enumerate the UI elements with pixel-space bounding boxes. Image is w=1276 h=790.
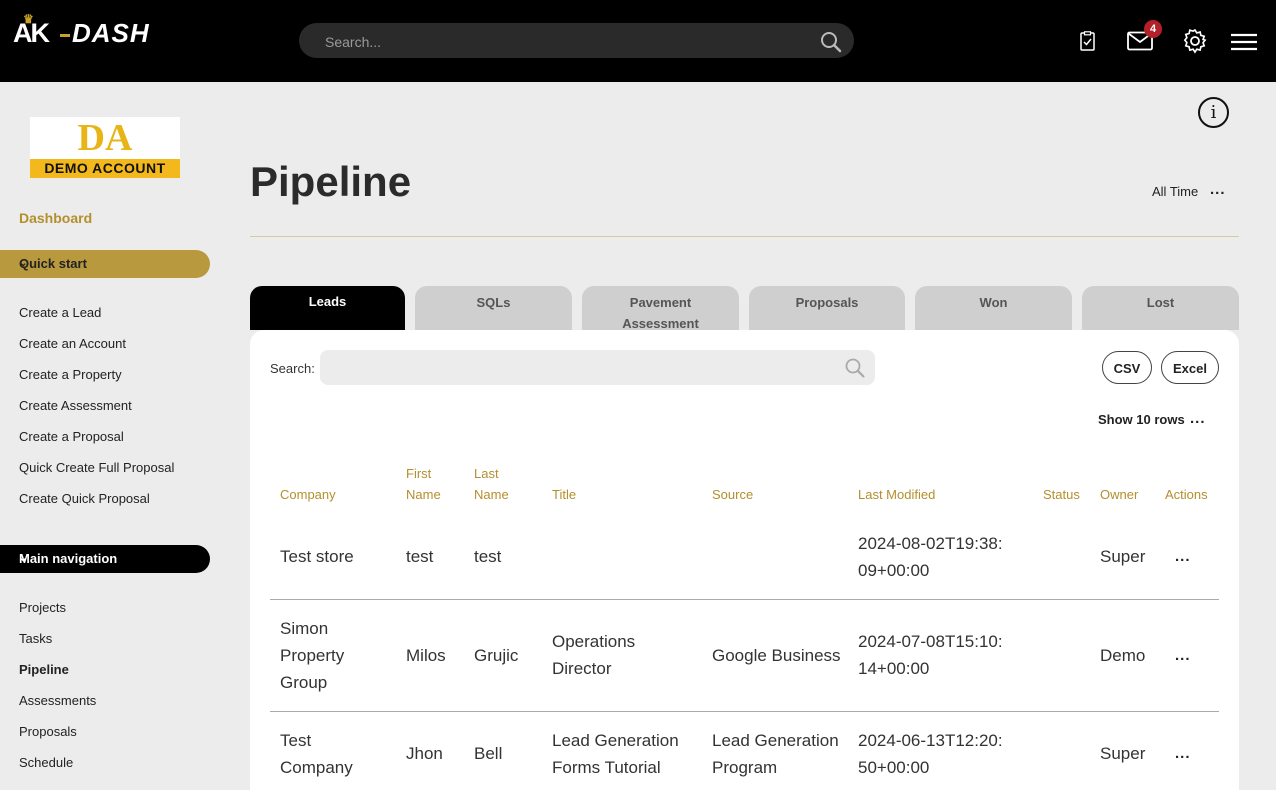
- tasks-clipboard-icon[interactable]: [1080, 31, 1095, 56]
- cell-last-name: test: [474, 547, 502, 566]
- cell-owner: Super: [1100, 744, 1146, 763]
- cell-company: Simon Property Group: [280, 619, 345, 692]
- cell-last-name: Bell: [474, 744, 503, 763]
- cell-source: Lead Generation Program: [712, 731, 839, 777]
- chevron-down-icon: ⌄: [19, 258, 28, 269]
- cell-source: Google Business: [712, 646, 841, 665]
- cell-first-name: Jhon: [406, 744, 443, 763]
- cell-last-modified: 2024-06-13T12:20:50+00:00: [858, 731, 1003, 777]
- sidebar-item-proposals[interactable]: Proposals: [19, 723, 96, 754]
- title-divider: [250, 236, 1239, 237]
- rows-per-page-label[interactable]: Show 10 rows: [1098, 412, 1185, 427]
- row-actions-button[interactable]: ...: [1175, 745, 1191, 762]
- cell-owner: Super: [1100, 547, 1146, 566]
- sidebar-item-quick-create-full-proposal[interactable]: Quick Create Full Proposal: [19, 459, 174, 490]
- sidebar-item-projects[interactable]: Projects: [19, 599, 96, 630]
- table-search-label: Search:: [270, 361, 315, 376]
- tab-pavement-assessment[interactable]: Pavement Assessment: [582, 286, 739, 331]
- column-header-company[interactable]: Company: [280, 484, 336, 505]
- tab-lost[interactable]: Lost: [1082, 286, 1239, 330]
- search-icon[interactable]: [820, 31, 842, 58]
- global-search-input[interactable]: [323, 23, 807, 60]
- column-header-first-name[interactable]: First Name: [406, 463, 456, 505]
- column-header-owner[interactable]: Owner: [1100, 484, 1138, 505]
- row-actions-button[interactable]: ...: [1175, 647, 1191, 664]
- column-header-actions: Actions: [1165, 487, 1208, 502]
- info-icon[interactable]: i: [1198, 97, 1229, 128]
- date-range-label[interactable]: All Time: [1152, 184, 1198, 199]
- row-actions-button[interactable]: ...: [1175, 548, 1191, 565]
- tab-sqls[interactable]: SQLs: [415, 286, 572, 330]
- sidebar-item-create-account[interactable]: Create an Account: [19, 335, 174, 366]
- sidebar-item-create-quick-proposal[interactable]: Create Quick Proposal: [19, 490, 174, 521]
- cell-last-modified: 2024-07-08T15:10:14+00:00: [858, 632, 1003, 678]
- quick-start-list: Create a Lead Create an Account Create a…: [19, 304, 174, 521]
- top-bar: ♛AK DASH 4: [0, 0, 1276, 82]
- main-navigation-section-toggle[interactable]: Main navigation ⌄: [0, 545, 210, 573]
- logo-caption: DEMO ACCOUNT: [30, 159, 180, 178]
- cell-owner: Demo: [1100, 646, 1146, 665]
- table-search-input[interactable]: [330, 350, 834, 387]
- search-icon[interactable]: [845, 358, 865, 383]
- column-header-source[interactable]: Source: [712, 484, 753, 505]
- sidebar-item-create-property[interactable]: Create a Property: [19, 366, 174, 397]
- sidebar-item-dashboard[interactable]: Dashboard: [19, 210, 92, 226]
- sidebar-item-tasks[interactable]: Tasks: [19, 630, 96, 661]
- export-excel-button[interactable]: Excel: [1161, 351, 1219, 384]
- sidebar-item-pipeline[interactable]: Pipeline: [19, 661, 96, 692]
- crown-icon: ♛: [23, 12, 34, 26]
- sidebar-item-create-lead[interactable]: Create a Lead: [19, 304, 174, 335]
- table-search[interactable]: [320, 350, 875, 387]
- tab-won[interactable]: Won: [915, 286, 1072, 330]
- hamburger-menu-icon[interactable]: [1231, 33, 1257, 56]
- column-header-last-name[interactable]: Last Name: [474, 463, 514, 505]
- cell-last-name: Grujic: [474, 646, 519, 665]
- date-range-menu-button[interactable]: ...: [1210, 181, 1226, 198]
- chevron-down-icon: ⌄: [19, 553, 28, 564]
- column-header-title[interactable]: Title: [552, 484, 576, 505]
- pipeline-tabs: Leads SQLs Pavement Assessment Proposals…: [250, 286, 1239, 331]
- cell-first-name: test: [406, 547, 434, 566]
- global-search[interactable]: [299, 23, 854, 60]
- cell-title: Operations Director: [552, 632, 636, 678]
- tab-proposals[interactable]: Proposals: [749, 286, 905, 330]
- leads-table-panel: Search: CSV Excel Show 10 rows ... Compa…: [250, 330, 1239, 790]
- cell-first-name: Milos: [406, 646, 446, 665]
- company-logo: DA DEMO ACCOUNT: [30, 117, 180, 178]
- sidebar-item-create-assessment[interactable]: Create Assessment: [19, 397, 174, 428]
- tab-leads[interactable]: Leads: [250, 286, 405, 330]
- main-navigation-list: Projects Tasks Pipeline Assessments Prop…: [19, 599, 96, 785]
- sidebar: DA DEMO ACCOUNT Dashboard Quick start ⌄ …: [0, 82, 210, 770]
- logo-monogram: DA: [77, 117, 133, 159]
- gear-icon[interactable]: [1182, 28, 1208, 59]
- rows-per-page-menu-button[interactable]: ...: [1190, 410, 1206, 427]
- column-header-status[interactable]: Status: [1043, 484, 1080, 505]
- export-csv-button[interactable]: CSV: [1102, 351, 1152, 384]
- page-title: Pipeline: [250, 158, 412, 205]
- row-divider: [270, 599, 1219, 600]
- sidebar-item-assessments[interactable]: Assessments: [19, 692, 96, 723]
- cell-company: Test Company: [280, 731, 353, 777]
- mail-count-badge: 4: [1144, 20, 1162, 38]
- quick-start-section-toggle[interactable]: Quick start ⌄: [0, 250, 210, 278]
- sidebar-item-create-proposal[interactable]: Create a Proposal: [19, 428, 174, 459]
- cell-title: Lead Generation Forms Tutorial: [552, 731, 679, 777]
- cell-company: Test store: [280, 547, 354, 566]
- app-logo[interactable]: ♛ AK DASH: [13, 12, 150, 49]
- sidebar-item-schedule[interactable]: Schedule: [19, 754, 96, 785]
- cell-last-modified: 2024-08-02T19:38:09+00:00: [858, 534, 1003, 580]
- row-divider: [270, 711, 1219, 712]
- column-header-last-modified[interactable]: Last Modified: [858, 484, 935, 505]
